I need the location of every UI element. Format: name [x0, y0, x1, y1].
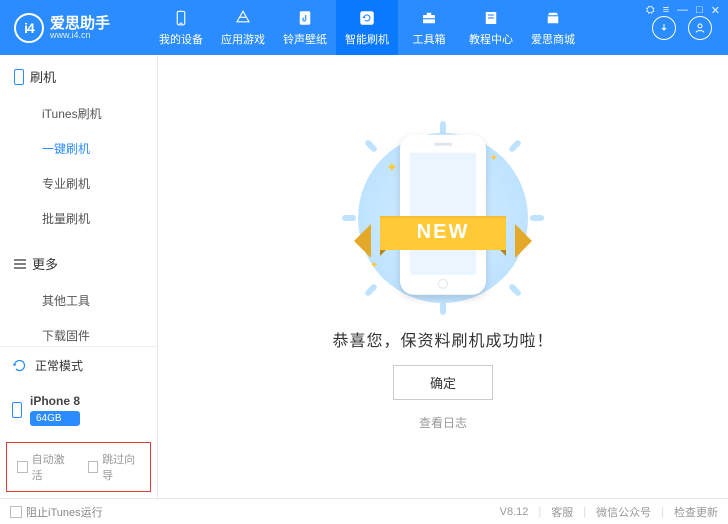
sidebar-item-batch-flash[interactable]: 批量刷机 — [0, 201, 157, 236]
nav-label: 工具箱 — [413, 31, 446, 47]
minimize-button[interactable]: — — [677, 4, 688, 17]
nav-label: 我的设备 — [159, 31, 203, 47]
settings-icon[interactable]: ⛭ — [646, 4, 655, 17]
sidebar-item-itunes-flash[interactable]: iTunes刷机 — [0, 96, 157, 131]
checkbox-label: 跳过向导 — [102, 451, 140, 483]
refresh-small-icon — [12, 358, 27, 373]
sidebar-bottom: 正常模式 iPhone 8 64GB 自动激活 跳过向导 — [0, 346, 157, 498]
storage-badge: 64GB — [30, 411, 80, 426]
nav-ringtones[interactable]: 铃声壁纸 — [274, 0, 336, 55]
flash-options: 自动激活 跳过向导 — [6, 442, 151, 492]
close-button[interactable]: ✕ — [711, 4, 720, 17]
top-nav: 我的设备 应用游戏 铃声壁纸 智能刷机 工具箱 教程中心 爱思商城 — [150, 0, 584, 55]
sidebar-item-oneclick-flash[interactable]: 一键刷机 — [0, 131, 157, 166]
checkbox-label: 自动激活 — [32, 451, 70, 483]
app-logo: i4 爱思助手 www.i4.cn — [0, 13, 150, 43]
group-label: 刷机 — [30, 67, 56, 86]
download-button[interactable] — [652, 16, 676, 40]
ok-button[interactable]: 确定 — [393, 365, 493, 400]
nav-flash[interactable]: 智能刷机 — [336, 0, 398, 55]
body: 刷机 iTunes刷机 一键刷机 专业刷机 批量刷机 更多 其他工具 下载固件 … — [0, 55, 728, 498]
ribbon-label: NEW — [380, 216, 506, 250]
briefcase-icon — [420, 9, 438, 27]
sidebar-group-flash: 刷机 — [0, 55, 157, 92]
hamburger-icon — [14, 259, 26, 269]
checkbox-auto-activate[interactable]: 自动激活 — [17, 451, 70, 483]
flash-menu: iTunes刷机 一键刷机 专业刷机 批量刷机 — [0, 92, 157, 242]
window-controls: ⛭ ≡ — □ ✕ — [646, 4, 720, 17]
phone-outline-icon — [12, 402, 22, 418]
sidebar-item-download-firmware[interactable]: 下载固件 — [0, 318, 157, 346]
sidebar-group-more: 更多 — [0, 242, 157, 279]
user-button[interactable] — [688, 16, 712, 40]
result-message: 恭喜您，保资料刷机成功啦！ — [332, 327, 553, 351]
apps-icon — [234, 9, 252, 27]
wechat-link[interactable]: 微信公众号 — [596, 504, 651, 520]
phone-outline-icon — [14, 69, 24, 85]
check-update-link[interactable]: 检查更新 — [674, 504, 718, 520]
app-url: www.i4.cn — [50, 31, 110, 40]
checkbox-skip-guide[interactable]: 跳过向导 — [88, 451, 141, 483]
refresh-icon — [358, 9, 376, 27]
sidebar-item-pro-flash[interactable]: 专业刷机 — [0, 166, 157, 201]
nav-label: 铃声壁纸 — [283, 31, 327, 47]
nav-store[interactable]: 爱思商城 — [522, 0, 584, 55]
connected-device[interactable]: iPhone 8 64GB — [0, 384, 157, 436]
maximize-button[interactable]: □ — [696, 4, 703, 17]
more-menu: 其他工具 下载固件 高级功能 — [0, 279, 157, 346]
header-right — [652, 16, 728, 40]
group-label: 更多 — [32, 254, 58, 273]
mode-label: 正常模式 — [35, 357, 83, 374]
nav-my-devices[interactable]: 我的设备 — [150, 0, 212, 55]
star-icon: ✦ — [490, 153, 498, 164]
menu-icon[interactable]: ≡ — [663, 4, 669, 17]
nav-label: 爱思商城 — [531, 31, 575, 47]
phone-icon — [172, 9, 190, 27]
nav-label: 应用游戏 — [221, 31, 265, 47]
checkbox-block-itunes[interactable]: 阻止iTunes运行 — [10, 504, 103, 520]
sidebar-item-other-tools[interactable]: 其他工具 — [0, 283, 157, 318]
nav-tutorials[interactable]: 教程中心 — [460, 0, 522, 55]
sidebar: 刷机 iTunes刷机 一键刷机 专业刷机 批量刷机 更多 其他工具 下载固件 … — [0, 55, 158, 498]
store-icon — [544, 9, 562, 27]
device-mode[interactable]: 正常模式 — [0, 347, 157, 384]
star-icon: ✦ — [386, 159, 398, 176]
device-name: iPhone 8 — [30, 394, 80, 408]
view-log-link[interactable]: 查看日志 — [419, 414, 467, 431]
success-illustration: ✦ ✦ ✦ NEW — [348, 123, 538, 313]
status-bar: 阻止iTunes运行 V8.12 | 客服 | 微信公众号 | 检查更新 — [0, 498, 728, 524]
checkbox-label: 阻止iTunes运行 — [26, 504, 103, 520]
logo-badge: i4 — [14, 13, 44, 43]
nav-apps[interactable]: 应用游戏 — [212, 0, 274, 55]
support-link[interactable]: 客服 — [551, 504, 573, 520]
nav-label: 智能刷机 — [345, 31, 389, 47]
app-header: i4 爱思助手 www.i4.cn 我的设备 应用游戏 铃声壁纸 智能刷机 工具… — [0, 0, 728, 55]
new-ribbon: NEW — [354, 208, 532, 258]
music-file-icon — [296, 9, 314, 27]
nav-label: 教程中心 — [469, 31, 513, 47]
star-icon: ✦ — [370, 260, 378, 271]
nav-toolbox[interactable]: 工具箱 — [398, 0, 460, 55]
version-label: V8.12 — [500, 506, 529, 518]
main-panel: ✦ ✦ ✦ NEW 恭喜您，保资料刷机成功啦！ 确定 查看日志 — [158, 55, 728, 498]
book-icon — [482, 9, 500, 27]
app-name: 爱思助手 — [50, 16, 110, 31]
